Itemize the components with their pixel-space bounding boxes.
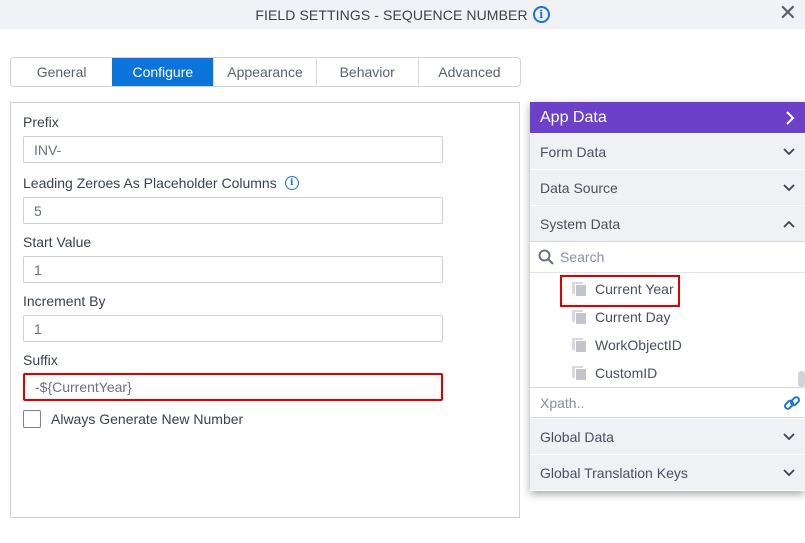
configure-panel: Prefix INV- Leading Zeroes As Placeholde… xyxy=(10,102,520,518)
start-value-input[interactable]: 1 xyxy=(23,256,443,283)
chevron-down-icon xyxy=(783,432,795,440)
tab-behavior[interactable]: Behavior xyxy=(315,58,418,86)
tab-advanced[interactable]: Advanced xyxy=(417,58,520,86)
dialog-title: FIELD SETTINGS - SEQUENCE NUMBER xyxy=(255,6,528,23)
increment-by-label: Increment By xyxy=(23,293,106,309)
list-item-current-year[interactable]: Current Year xyxy=(572,281,674,297)
always-generate-row: Always Generate New Number xyxy=(23,410,243,428)
section-label: System Data xyxy=(540,215,621,232)
field-icon xyxy=(572,310,586,324)
prefix-input[interactable]: INV- xyxy=(23,136,443,163)
field-icon xyxy=(572,338,586,352)
settings-tabs: General Configure Appearance Behavior Ad… xyxy=(10,57,521,87)
chevron-up-icon xyxy=(783,220,795,228)
item-label: Current Day xyxy=(595,309,671,325)
suffix-input[interactable]: -${CurrentYear} xyxy=(23,373,443,401)
increment-by-input[interactable]: 1 xyxy=(23,315,443,342)
list-item-workobjectid[interactable]: WorkObjectID xyxy=(572,337,682,353)
info-icon[interactable]: i xyxy=(532,6,550,23)
always-generate-checkbox[interactable] xyxy=(23,410,41,428)
leading-zeroes-label-row: Leading Zeroes As Placeholder Columns i xyxy=(23,175,299,191)
section-system-data[interactable]: System Data xyxy=(530,205,805,241)
leading-zeroes-label: Leading Zeroes As Placeholder Columns xyxy=(23,175,277,191)
section-label: Global Translation Keys xyxy=(540,464,688,481)
scrollbar-thumb[interactable] xyxy=(798,371,805,387)
xpath-placeholder: Xpath.. xyxy=(540,394,585,411)
system-data-search[interactable]: Search xyxy=(530,241,805,273)
prefix-label: Prefix xyxy=(23,114,59,130)
chevron-right-icon[interactable] xyxy=(785,110,795,125)
list-item-customid[interactable]: CustomID xyxy=(572,365,657,381)
start-value-label: Start Value xyxy=(23,234,92,250)
chevron-down-icon xyxy=(783,468,795,476)
item-label: Current Year xyxy=(595,281,674,297)
field-icon xyxy=(572,282,586,296)
section-label: Form Data xyxy=(540,143,607,160)
leading-zeroes-input[interactable]: 5 xyxy=(23,197,443,224)
xpath-input[interactable]: Xpath.. xyxy=(530,387,805,418)
close-icon[interactable]: ✕ xyxy=(779,3,797,25)
app-data-header[interactable]: App Data xyxy=(530,102,805,133)
tab-general[interactable]: General xyxy=(11,58,113,86)
section-global-data[interactable]: Global Data xyxy=(530,418,805,454)
field-icon xyxy=(572,366,586,380)
item-label: CustomID xyxy=(595,365,658,381)
search-placeholder: Search xyxy=(560,249,605,265)
section-label: Global Data xyxy=(540,428,614,445)
section-global-translation-keys[interactable]: Global Translation Keys xyxy=(530,454,805,490)
list-item-current-day[interactable]: Current Day xyxy=(572,309,670,325)
chevron-down-icon xyxy=(783,183,795,191)
item-label: WorkObjectID xyxy=(595,337,682,353)
app-data-title: App Data xyxy=(540,108,607,126)
system-data-list: Current Year Current Day WorkObjectID Cu… xyxy=(530,273,805,387)
search-icon xyxy=(538,249,554,265)
chevron-down-icon xyxy=(783,147,795,155)
tab-configure[interactable]: Configure xyxy=(112,58,214,86)
app-data-panel: App Data Form Data Data Source System Da… xyxy=(530,102,805,491)
suffix-label: Suffix xyxy=(23,352,58,368)
tab-appearance[interactable]: Appearance xyxy=(213,58,316,86)
link-icon[interactable] xyxy=(783,394,801,412)
section-form-data[interactable]: Form Data xyxy=(530,133,805,169)
always-generate-label: Always Generate New Number xyxy=(51,411,244,427)
section-label: Data Source xyxy=(540,179,618,196)
dialog-title-bar: FIELD SETTINGS - SEQUENCE NUMBER i ✕ xyxy=(0,0,805,29)
section-data-source[interactable]: Data Source xyxy=(530,169,805,205)
info-icon[interactable]: i xyxy=(284,176,299,190)
